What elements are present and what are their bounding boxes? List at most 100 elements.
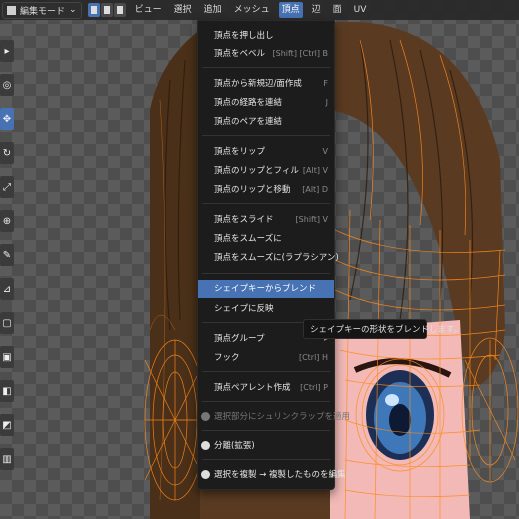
loop-cut-icon: ▥ <box>2 453 12 465</box>
menu-item-label: 頂点のリップと移動 <box>214 185 291 195</box>
tool-scale[interactable]: ⤢ <box>0 176 14 198</box>
menu-item-shortcut: F <box>323 79 328 88</box>
menu-add[interactable]: 追加 <box>201 2 225 18</box>
tool-add-cube[interactable]: ▢ <box>0 312 14 334</box>
add-cube-icon: ▢ <box>2 317 12 329</box>
menu-item-duplicate-edit[interactable]: 選択を複製 → 複製したものを編集 <box>198 466 346 484</box>
menu-item-extrude-vertices[interactable]: 頂点を押し出し <box>198 27 334 45</box>
menu-separator <box>202 459 330 460</box>
menu-item-label: 頂点ペアレント作成 <box>214 383 291 393</box>
menu-item-new-edge-face[interactable]: 頂点から新規辺/面作成 F <box>198 75 334 93</box>
chevron-down-icon: ⌄ <box>69 5 77 15</box>
edge-select-button[interactable] <box>100 3 113 17</box>
transform-icon: ⊕ <box>2 215 12 227</box>
tool-bevel[interactable]: ◩ <box>0 414 14 436</box>
inset-icon: ◧ <box>2 385 12 397</box>
menu-item-label: 頂点をベベル <box>214 49 266 59</box>
edge-select-icon <box>103 6 110 14</box>
menu-item-label: シェイプに反映 <box>214 304 274 314</box>
menu-item-shortcut: J <box>325 98 328 107</box>
menu-item-connect-path[interactable]: 頂点の経路を連結 J <box>198 94 334 112</box>
tooltip: シェイプキーの形状をブレンドします。 <box>303 319 462 339</box>
scale-icon: ⤢ <box>3 181 11 193</box>
menu-item-label: 選択部分にシュリンクラップを適用 <box>214 412 351 422</box>
viewport-header: 編集モード ⌄ ビュー 選択 追加 メッシュ 頂点 辺 面 UV <box>0 0 519 20</box>
menu-item-smooth[interactable]: 頂点をスムーズに <box>198 230 334 248</box>
menu-item-label: 頂点のリップとフィル <box>214 166 299 176</box>
menu-item-label: 頂点を押し出し <box>214 31 274 41</box>
tool-cursor[interactable]: ◎ <box>0 74 14 96</box>
menu-face[interactable]: 面 <box>330 2 345 18</box>
tool-inset[interactable]: ◧ <box>0 380 14 402</box>
menu-item-shortcut: [Ctrl] H <box>298 353 328 362</box>
tool-shelf: ▸ ◎ ✥ ↻ ⤢ ⊕ ✎ ⊿ ▢ ▣ ◧ ◩ ▥ <box>0 40 14 519</box>
bevel-icon: ◩ <box>2 419 12 431</box>
menu-separator <box>202 430 330 431</box>
menu-separator <box>202 401 330 402</box>
vertex-menu-dropdown: 頂点を押し出し 頂点をベベル [Shift] [Ctrl] B 頂点から新規辺/面… <box>197 20 350 490</box>
script-icon <box>201 470 210 479</box>
extrude-icon: ▣ <box>2 351 12 363</box>
menu-separator <box>202 273 330 274</box>
menu-view[interactable]: ビュー <box>132 2 165 18</box>
face-select-button[interactable] <box>113 3 126 17</box>
tool-select[interactable]: ▸ <box>0 40 14 62</box>
menu-item-blend-from-shape[interactable]: シェイプキーからブレンド <box>198 280 334 298</box>
menu-separator <box>202 67 330 68</box>
measure-icon: ⊿ <box>2 283 12 295</box>
face-select-icon <box>116 6 123 14</box>
menu-item-shortcut: [Shift] [Ctrl] B <box>272 49 328 58</box>
tool-loop-cut[interactable]: ▥ <box>0 448 14 470</box>
tool-annotate[interactable]: ✎ <box>0 244 14 266</box>
menu-item-label: 頂点から新規辺/面作成 <box>214 79 302 89</box>
menu-edge[interactable]: 辺 <box>309 2 324 18</box>
tool-transform[interactable]: ⊕ <box>0 210 14 232</box>
menu-item-bevel-vertices[interactable]: 頂点をベベル [Shift] [Ctrl] B <box>198 45 334 63</box>
menu-item-label: 頂点をリップ <box>214 147 266 157</box>
menu-item-rip-fill[interactable]: 頂点のリップとフィル [Alt] V <box>198 162 334 180</box>
menu-item-shortcut: [Alt] D <box>302 185 328 194</box>
tool-extrude[interactable]: ▣ <box>0 346 14 368</box>
menu-vertex[interactable]: 頂点 <box>278 2 303 18</box>
menu-item-label: 頂点グループ <box>214 334 265 344</box>
menu-item-connect-pairs[interactable]: 頂点のペアを連結 <box>198 113 334 131</box>
menu-select[interactable]: 選択 <box>171 2 195 18</box>
mode-label: 編集モード <box>20 6 66 17</box>
menu-item-make-vertex-parent[interactable]: 頂点ペアレント作成 [Ctrl] P <box>198 379 334 397</box>
menu-item-shortcut: [Ctrl] P <box>300 383 328 392</box>
select-mode-group <box>87 3 126 17</box>
menu-item-rip-move[interactable]: 頂点のリップと移動 [Alt] D <box>198 181 334 199</box>
menu-separator <box>202 203 330 204</box>
cursor-icon: ◎ <box>2 79 12 91</box>
script-icon <box>201 441 210 450</box>
move-icon: ✥ <box>2 113 12 125</box>
menu-item-hooks[interactable]: フック [Ctrl] H <box>198 349 334 367</box>
menu-item-shortcut: [Alt] V <box>302 166 328 175</box>
menu-separator <box>202 135 330 136</box>
menu-item-shortcut: [Shift] V <box>295 215 328 224</box>
annotate-icon: ✎ <box>2 249 12 261</box>
menu-item-shrinkwrap-selected[interactable]: 選択部分にシュリンクラップを適用 <box>198 408 350 426</box>
menu-item-slide[interactable]: 頂点をスライド [Shift] V <box>198 211 334 229</box>
menu-item-shortcut: V <box>322 147 328 156</box>
vertex-select-button[interactable] <box>87 3 100 17</box>
menu-item-label: フック <box>214 353 240 363</box>
menu-item-label: 頂点の経路を連結 <box>214 98 283 108</box>
menu-uv[interactable]: UV <box>351 2 370 18</box>
select-cursor-icon: ▸ <box>4 45 10 57</box>
tool-measure[interactable]: ⊿ <box>0 278 14 300</box>
menu-item-label: 頂点をスムーズに(ラプラシアン) <box>214 253 339 263</box>
menu-mesh[interactable]: メッシュ <box>231 2 273 18</box>
script-icon <box>201 412 210 421</box>
menu-item-label: 分離(拡張) <box>214 441 255 451</box>
mode-select[interactable]: 編集モード ⌄ <box>2 1 82 19</box>
menu-item-label: シェイプキーからブレンド <box>214 284 317 294</box>
tool-rotate[interactable]: ↻ <box>0 142 14 164</box>
tool-move[interactable]: ✥ <box>0 108 14 130</box>
menu-item-label: 頂点をスライド <box>214 215 274 225</box>
menu-item-label: 頂点のペアを連結 <box>214 117 283 127</box>
menu-item-smooth-laplacian[interactable]: 頂点をスムーズに(ラプラシアン) <box>198 249 339 267</box>
menu-item-propagate-to-shapes[interactable]: シェイプに反映 <box>198 300 334 318</box>
menu-item-split-extended[interactable]: 分離(拡張) <box>198 437 334 455</box>
menu-item-rip[interactable]: 頂点をリップ V <box>198 143 334 161</box>
